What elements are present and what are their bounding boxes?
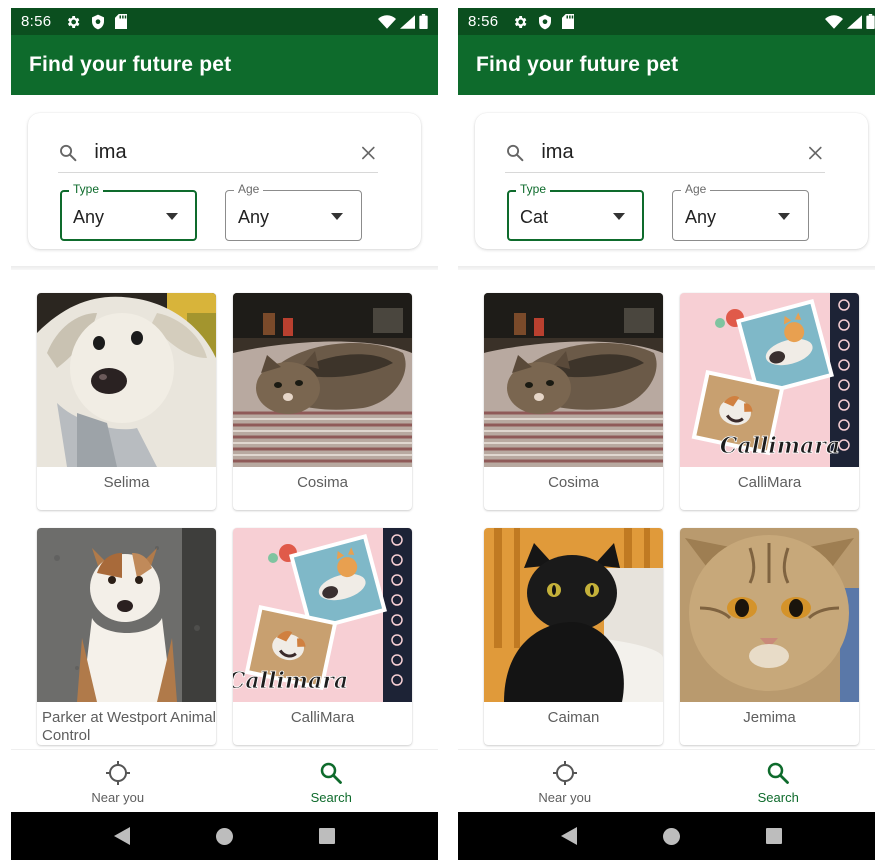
pet-name: Selima xyxy=(103,474,150,491)
wifi-icon xyxy=(825,14,843,29)
crosshair-icon xyxy=(105,761,130,785)
search-row xyxy=(505,133,825,173)
age-dropdown-label: Age xyxy=(234,182,264,196)
recents-icon[interactable] xyxy=(766,828,782,844)
home-icon[interactable] xyxy=(663,827,680,845)
tabby-cat-on-bed-photo xyxy=(233,293,412,467)
wifi-icon xyxy=(378,14,396,29)
pet-name: Cosima xyxy=(548,474,599,491)
brown-white-dog-photo xyxy=(37,528,216,702)
pet-card[interactable]: Jemima xyxy=(680,528,859,745)
pet-name: Cosima xyxy=(297,474,348,491)
nav-label: Near you xyxy=(538,790,592,805)
nav-near-you[interactable]: Near you xyxy=(11,750,225,812)
dropdown-arrow-icon xyxy=(778,213,790,220)
search-card: Type Any Age Any xyxy=(28,113,421,249)
pet-name: CalliMara xyxy=(737,474,802,491)
close-icon[interactable] xyxy=(359,142,378,164)
age-dropdown-value: Any xyxy=(685,207,717,227)
bottom-navigation: Near you Search xyxy=(11,749,438,812)
search-input[interactable] xyxy=(541,141,807,164)
tabby-cat-closeup-photo xyxy=(680,528,859,702)
crosshair-icon xyxy=(552,761,577,785)
dropdown-arrow-icon xyxy=(166,213,178,220)
pet-card[interactable]: Parker at Westport Animal Control xyxy=(37,528,216,745)
status-bar: 8:56 xyxy=(11,8,438,35)
nav-label: Near you xyxy=(91,790,145,805)
pet-name: Caiman xyxy=(547,709,600,726)
nav-search[interactable]: Search xyxy=(225,750,439,812)
pet-name: Parker at Westport Animal Control xyxy=(42,709,216,744)
pet-card[interactable]: Caiman xyxy=(484,528,663,745)
age-dropdown[interactable]: Age Any xyxy=(225,182,362,241)
dropdown-arrow-icon xyxy=(613,213,625,220)
battery-icon xyxy=(419,14,428,29)
status-bar: 8:56 xyxy=(458,8,875,35)
pet-name: Jemima xyxy=(743,709,796,726)
divider xyxy=(11,266,438,270)
sd-card-icon xyxy=(562,14,575,29)
nav-label: Search xyxy=(757,790,799,805)
black-cat-photo xyxy=(484,528,663,702)
pet-card[interactable]: Cosima xyxy=(484,293,663,510)
settings-icon xyxy=(515,15,527,28)
app-bar-title: Find your future pet xyxy=(458,35,875,95)
type-dropdown[interactable]: Type Cat xyxy=(507,182,644,241)
age-dropdown-value: Any xyxy=(238,207,270,227)
type-dropdown[interactable]: Type Any xyxy=(60,182,197,241)
collage-text: Callimara xyxy=(233,668,348,694)
shield-icon xyxy=(92,14,105,29)
calico-cat-collage-photo: Callimara xyxy=(233,528,412,702)
divider xyxy=(458,266,875,270)
status-time: 8:56 xyxy=(468,13,499,30)
phone-screen-left: 8:56 Find your future pet Type Any Age A… xyxy=(11,8,438,860)
search-icon xyxy=(768,762,790,784)
tabby-cat-on-bed-photo xyxy=(484,293,663,467)
back-icon[interactable] xyxy=(561,827,577,845)
recents-icon[interactable] xyxy=(319,828,335,844)
signal-icon xyxy=(400,14,415,29)
white-dog-photo xyxy=(37,293,216,467)
pet-card[interactable]: Cosima xyxy=(233,293,412,510)
sd-card-icon xyxy=(115,14,128,29)
age-dropdown-label: Age xyxy=(681,182,711,196)
age-dropdown[interactable]: Age Any xyxy=(672,182,809,241)
system-navigation-bar xyxy=(11,812,438,860)
pet-card[interactable]: Selima xyxy=(37,293,216,510)
phone-screen-right: 8:56 Find your future pet Type Cat Age A… xyxy=(458,8,875,860)
home-icon[interactable] xyxy=(216,827,233,845)
search-icon xyxy=(321,762,343,784)
shield-icon xyxy=(539,14,552,29)
system-navigation-bar xyxy=(458,812,875,860)
pet-card[interactable]: Callimara CalliMara xyxy=(680,293,859,510)
type-dropdown-label: Type xyxy=(69,182,104,196)
app-bar-title: Find your future pet xyxy=(11,35,438,95)
pet-name: CalliMara xyxy=(290,709,355,726)
nav-label: Search xyxy=(310,790,352,805)
back-icon[interactable] xyxy=(114,827,130,845)
type-dropdown-value: Any xyxy=(73,207,105,227)
search-row xyxy=(58,133,378,173)
dropdown-arrow-icon xyxy=(331,213,343,220)
bottom-navigation: Near you Search xyxy=(458,749,875,812)
search-icon xyxy=(60,144,77,161)
status-time: 8:56 xyxy=(21,13,52,30)
close-icon[interactable] xyxy=(806,142,825,164)
type-dropdown-label: Type xyxy=(516,182,551,196)
battery-icon xyxy=(866,14,875,29)
collage-text: Callimara xyxy=(720,433,840,459)
signal-icon xyxy=(847,14,862,29)
nav-near-you[interactable]: Near you xyxy=(458,750,672,812)
search-icon xyxy=(507,144,524,161)
search-input[interactable] xyxy=(94,141,360,164)
pet-card[interactable]: Callimara CalliMara xyxy=(233,528,412,745)
search-card: Type Cat Age Any xyxy=(475,113,868,249)
calico-cat-collage-photo: Callimara xyxy=(680,293,859,467)
settings-icon xyxy=(68,15,80,28)
type-dropdown-value: Cat xyxy=(520,207,549,227)
nav-search[interactable]: Search xyxy=(672,750,875,812)
